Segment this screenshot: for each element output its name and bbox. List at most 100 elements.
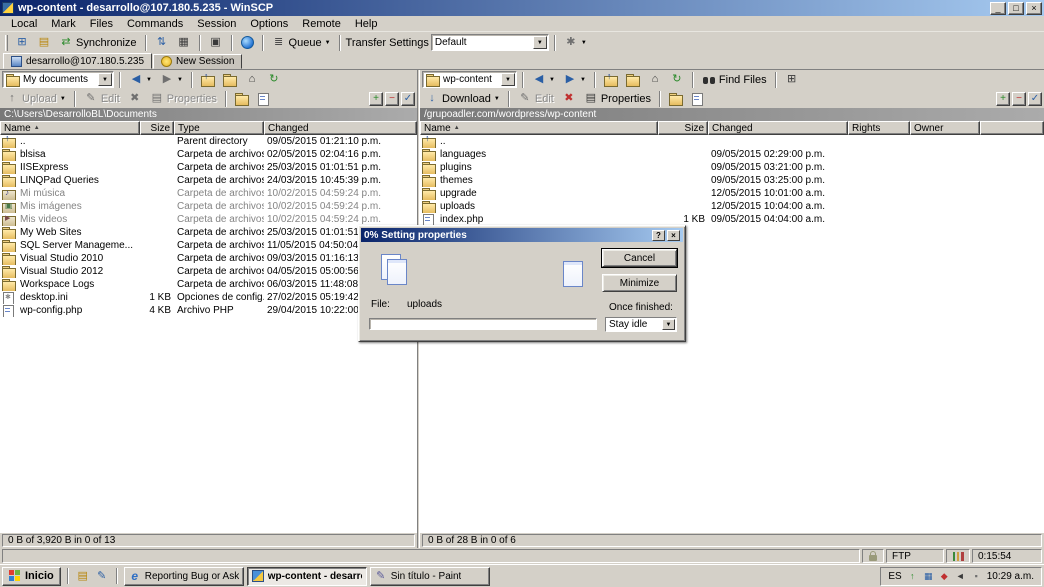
- synchronize-browsing-button[interactable]: ⇅: [152, 34, 172, 52]
- remote-directory-select[interactable]: wp-content ▼: [422, 71, 517, 88]
- invert-selection-button[interactable]: ✓: [401, 92, 415, 106]
- task-button[interactable]: Sin título - Paint: [370, 567, 490, 586]
- select-files-button[interactable]: +: [996, 92, 1010, 106]
- column-header-size[interactable]: Size: [140, 121, 174, 135]
- edit-button[interactable]: ✎ Edit: [515, 90, 557, 108]
- directory-tree-button[interactable]: ⊞: [782, 71, 802, 89]
- dropdown-arrow-icon[interactable]: ▼: [662, 319, 675, 330]
- refresh-button[interactable]: ↻: [264, 71, 284, 89]
- menu-item[interactable]: Files: [83, 17, 120, 31]
- root-directory-button[interactable]: [220, 71, 240, 89]
- tray-keyboard-icon[interactable]: ▪: [971, 571, 982, 582]
- file-row[interactable]: ..: [420, 135, 1044, 148]
- window-titlebar[interactable]: wp-content - desarrollo@107.180.5.235 - …: [0, 0, 1044, 16]
- file-row[interactable]: Workspace Logs Carpeta de archivos 06/03…: [0, 278, 417, 291]
- task-button[interactable]: wp-content - desarroll...: [247, 567, 367, 586]
- language-indicator[interactable]: ES: [888, 571, 901, 582]
- dropdown-arrow-icon[interactable]: ▼: [501, 73, 515, 86]
- column-header-name[interactable]: Name: [0, 121, 140, 135]
- select-files-button[interactable]: +: [369, 92, 383, 106]
- new-file-button[interactable]: [254, 90, 274, 108]
- tray-update-icon[interactable]: ↑: [907, 571, 918, 582]
- parent-directory-button[interactable]: [601, 71, 621, 89]
- file-row[interactable]: LINQPad Queries Carpeta de archivos 24/0…: [0, 174, 417, 187]
- file-row[interactable]: upgrade 12/05/2015 10:01:00 a.m.: [420, 187, 1044, 200]
- file-row[interactable]: blsisa Carpeta de archivos 02/05/2015 02…: [0, 148, 417, 161]
- dialog-help-button[interactable]: ?: [652, 230, 665, 241]
- local-directory-select[interactable]: My documents ▼: [2, 71, 114, 88]
- quick-launch-desktop-icon[interactable]: ▤: [75, 568, 91, 584]
- file-row[interactable]: .. Parent directory 09/05/2015 01:21:10 …: [0, 135, 417, 148]
- cancel-button[interactable]: Cancel: [602, 249, 677, 267]
- stored-sessions-button[interactable]: ▤: [34, 34, 54, 52]
- new-folder-button[interactable]: [666, 90, 686, 108]
- back-button[interactable]: ◀▼: [126, 71, 155, 89]
- menu-item[interactable]: Session: [190, 17, 243, 31]
- properties-button[interactable]: ▤ Properties: [581, 90, 654, 108]
- queue-button[interactable]: ≣ Queue ▼: [269, 34, 334, 52]
- start-button[interactable]: Inicio: [2, 567, 61, 586]
- menu-item[interactable]: Options: [243, 17, 295, 31]
- delete-button[interactable]: ✖: [559, 90, 579, 108]
- tray-network-icon[interactable]: ▦: [923, 571, 934, 582]
- dialog-titlebar[interactable]: 0% Setting properties ? ×: [361, 228, 683, 242]
- maximize-window-button[interactable]: □: [1008, 2, 1024, 15]
- new-folder-button[interactable]: [232, 90, 252, 108]
- home-directory-button[interactable]: ⌂: [645, 71, 665, 89]
- minimize-button[interactable]: Minimize: [602, 274, 677, 292]
- task-button[interactable]: Reporting Bug or Asking ...: [124, 567, 244, 586]
- file-row[interactable]: desktop.ini 1 KB Opciones de config... 2…: [0, 291, 417, 304]
- file-row[interactable]: Visual Studio 2012 Carpeta de archivos 0…: [0, 265, 417, 278]
- find-files-button[interactable]: Find Files: [699, 71, 770, 89]
- invert-selection-button[interactable]: ✓: [1028, 92, 1042, 106]
- new-file-button[interactable]: [688, 90, 708, 108]
- forward-button[interactable]: ▶▼: [560, 71, 589, 89]
- file-row[interactable]: SQL Server Manageme... Carpeta de archiv…: [0, 239, 417, 252]
- parent-directory-button[interactable]: [198, 71, 218, 89]
- file-row[interactable]: plugins 09/05/2015 03:21:00 p.m.: [420, 161, 1044, 174]
- column-header-rights[interactable]: Rights: [848, 121, 910, 135]
- unselect-files-button[interactable]: −: [1012, 92, 1026, 106]
- once-finished-select[interactable]: Stay idle ▼: [605, 317, 677, 332]
- unselect-files-button[interactable]: −: [385, 92, 399, 106]
- synchronize-button[interactable]: ⇄ Synchronize: [56, 34, 140, 52]
- minimize-window-button[interactable]: _: [990, 2, 1006, 15]
- transfer-settings-select[interactable]: Default ▼: [431, 34, 549, 51]
- remote-path-bar[interactable]: /grupoadler.com/wordpress/wp-content: [420, 108, 1044, 121]
- menu-item[interactable]: Help: [348, 17, 385, 31]
- quick-launch-paint-icon[interactable]: ✎: [94, 568, 110, 584]
- download-button[interactable]: ↓ Download ▼: [422, 90, 503, 108]
- column-header-type[interactable]: Type: [174, 121, 264, 135]
- column-header-owner[interactable]: Owner: [910, 121, 980, 135]
- file-row[interactable]: Mis imágenes Carpeta de archivos 10/02/2…: [0, 200, 417, 213]
- session-tab[interactable]: desarrollo@107.180.5.235: [3, 53, 152, 69]
- delete-button[interactable]: ✖: [125, 90, 145, 108]
- forward-button[interactable]: ▶▼: [157, 71, 186, 89]
- file-row[interactable]: languages 09/05/2015 02:29:00 p.m.: [420, 148, 1044, 161]
- transfer-options-button[interactable]: ✱ ▼: [561, 34, 590, 52]
- file-row[interactable]: Mis videos Carpeta de archivos 10/02/201…: [0, 213, 417, 226]
- tray-shield-icon[interactable]: ◆: [939, 571, 950, 582]
- file-row[interactable]: Mi música Carpeta de archivos 10/02/2015…: [0, 187, 417, 200]
- open-terminal-button[interactable]: ▦: [174, 34, 194, 52]
- column-header-changed[interactable]: Changed: [708, 121, 848, 135]
- session-tab[interactable]: New Session: [153, 54, 242, 69]
- local-path-bar[interactable]: C:\Users\DesarrolloBL\Documents: [0, 108, 417, 121]
- upload-button[interactable]: ↑ Upload ▼: [2, 90, 69, 108]
- menu-item[interactable]: Mark: [44, 17, 82, 31]
- file-row[interactable]: wp-config.php 4 KB Archivo PHP 29/04/201…: [0, 304, 417, 317]
- open-in-browser-button[interactable]: [238, 34, 257, 52]
- dropdown-arrow-icon[interactable]: ▼: [533, 36, 547, 49]
- dialog-close-button[interactable]: ×: [667, 230, 680, 241]
- column-header-name[interactable]: Name: [420, 121, 658, 135]
- close-window-button[interactable]: ×: [1026, 2, 1042, 15]
- file-row[interactable]: My Web Sites Carpeta de archivos 25/03/2…: [0, 226, 417, 239]
- menu-item[interactable]: Remote: [295, 17, 348, 31]
- refresh-button[interactable]: ↻: [667, 71, 687, 89]
- site-manager-button[interactable]: ⊞: [12, 34, 32, 52]
- properties-button[interactable]: ▤ Properties: [147, 90, 220, 108]
- dropdown-arrow-icon[interactable]: ▼: [98, 73, 112, 86]
- toolbar-gripper[interactable]: [5, 35, 8, 51]
- edit-button[interactable]: ✎ Edit: [81, 90, 123, 108]
- file-row[interactable]: Visual Studio 2010 Carpeta de archivos 0…: [0, 252, 417, 265]
